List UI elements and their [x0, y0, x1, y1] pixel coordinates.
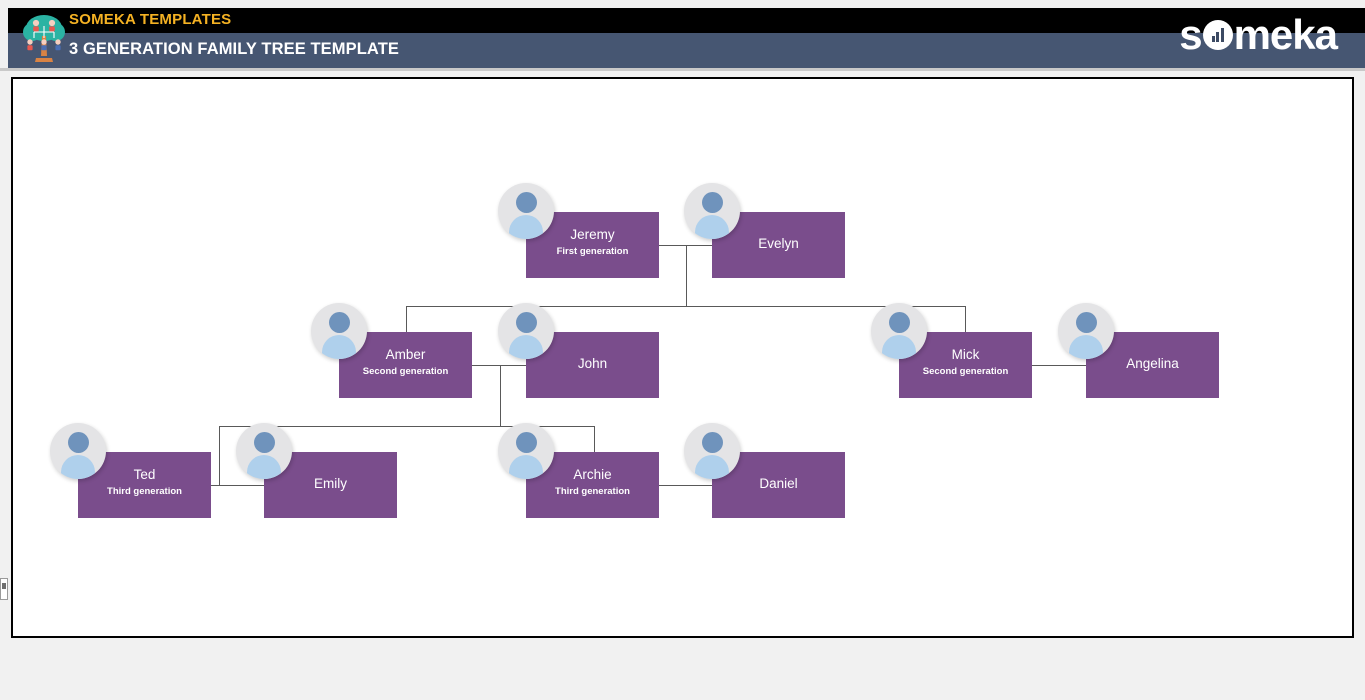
avatar-body-icon	[61, 455, 95, 479]
avatar-body-icon	[322, 335, 356, 359]
avatar-body-icon	[509, 215, 543, 239]
person-subtitle-mick: Second generation	[922, 366, 1009, 377]
header-underline	[0, 68, 1365, 71]
avatar-daniel	[684, 423, 740, 479]
family-tree-page: SOMEKA TEMPLATES 3 GENERATION FAMILY TRE…	[0, 0, 1365, 700]
person-subtitle-ted: Third generation	[107, 486, 182, 497]
someka-logo-text-left: s	[1179, 11, 1202, 58]
avatar-head-icon	[701, 192, 723, 213]
avatar-evelyn	[684, 183, 740, 239]
avatar-body-icon	[1069, 335, 1103, 359]
avatar-archie	[498, 423, 554, 479]
person-name-evelyn: Evelyn	[758, 236, 799, 251]
avatar-john	[498, 303, 554, 359]
avatar-head-icon	[67, 432, 89, 453]
person-name-daniel: Daniel	[759, 476, 798, 491]
avatar-body-icon	[695, 455, 729, 479]
someka-logo-text-right: meka	[1233, 11, 1338, 58]
bar-chart-icon	[1202, 20, 1233, 50]
avatar-body-icon	[509, 455, 543, 479]
avatar-body-icon	[695, 215, 729, 239]
connector-gen1-drop	[686, 245, 687, 306]
avatar-head-icon	[515, 192, 537, 213]
connector-gen3-riser-ted	[219, 426, 220, 485]
avatar-head-icon	[515, 312, 537, 333]
connector-archie-daniel	[658, 485, 712, 486]
person-subtitle-jeremy: First generation	[556, 246, 629, 257]
avatar-emily	[236, 423, 292, 479]
avatar-head-icon	[888, 312, 910, 333]
avatar-head-icon	[253, 432, 275, 453]
page-title: 3 GENERATION FAMILY TREE TEMPLATE	[69, 40, 399, 58]
sheet-edge-control[interactable]	[0, 578, 8, 600]
avatar-ted	[50, 423, 106, 479]
avatar-jeremy	[498, 183, 554, 239]
person-subtitle-archie: Third generation	[555, 486, 630, 497]
avatar-head-icon	[701, 432, 723, 453]
family-tree-logo-icon	[23, 15, 65, 62]
avatar-head-icon	[515, 432, 537, 453]
avatar-head-icon	[1075, 312, 1097, 333]
person-name-john: John	[577, 356, 608, 371]
connector-amber-john	[471, 365, 527, 366]
avatar-angelina	[1058, 303, 1114, 359]
connector-gen2-bus	[406, 306, 966, 307]
connector-mick-angelina	[1031, 365, 1087, 366]
connector-gen2-drop	[500, 365, 501, 426]
avatar-body-icon	[247, 455, 281, 479]
person-name-emily: Emily	[314, 476, 347, 491]
person-subtitle-amber: Second generation	[362, 366, 449, 377]
someka-logo: s meka	[1179, 11, 1338, 58]
avatar-head-icon	[328, 312, 350, 333]
brand-tagline: SOMEKA TEMPLATES	[69, 11, 232, 28]
person-name-angelina: Angelina	[1126, 356, 1179, 371]
avatar-mick	[871, 303, 927, 359]
connector-ted-emily	[210, 485, 266, 486]
avatar-amber	[311, 303, 367, 359]
avatar-body-icon	[509, 335, 543, 359]
avatar-body-icon	[882, 335, 916, 359]
